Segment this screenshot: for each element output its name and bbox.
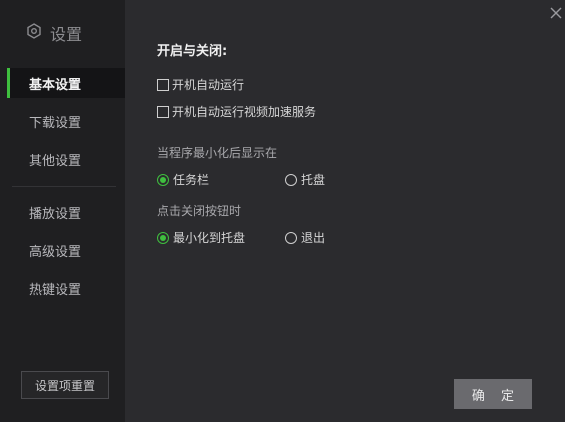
radio-label: 退出 [301,231,326,245]
radio-button[interactable] [285,231,297,244]
sidebar-item-hotkeys[interactable]: 热键设置 [7,273,125,303]
sidebar-item-label: 高级设置 [29,244,82,260]
radio-label: 托盘 [301,173,326,187]
autostart-accel-checkbox[interactable]: 开机自动运行视频加速服务 [157,103,316,120]
sidebar-item-label: 下载设置 [29,115,82,131]
radio-button-selected[interactable] [157,173,169,186]
reset-settings-button[interactable]: 设置项重置 [21,371,109,399]
checkbox-label: 开机自动运行视频加速服务 [172,105,317,119]
sidebar-divider [12,186,116,187]
radio-button[interactable] [285,173,297,186]
radio-label: 最小化到托盘 [173,231,246,245]
sidebar: 设置 基本设置 下载设置 其他设置 播放设置 高级设置 热键设置 设置项重置 [0,0,125,422]
checkbox-box[interactable] [157,105,169,118]
minimize-group-label: 当程序最小化后显示在 [157,146,278,160]
close-group-label: 点击关闭按钮时 [157,204,242,218]
checkbox-label: 开机自动运行 [172,78,245,92]
close-button[interactable] [548,5,564,21]
sidebar-item-playback[interactable]: 播放设置 [7,197,125,227]
close-icon [548,7,564,24]
section-title: 开启与关闭: [157,44,228,59]
radio-button-selected[interactable] [157,231,169,244]
sidebar-item-label: 其他设置 [29,153,82,169]
radio-taskbar[interactable]: 任务栏 [157,171,209,188]
ok-button[interactable]: 确 定 [454,379,532,409]
radio-label: 任务栏 [173,173,210,187]
sidebar-item-other[interactable]: 其他设置 [7,144,125,174]
sidebar-title: 设置 [50,25,83,44]
checkbox-box[interactable] [157,78,169,91]
sidebar-item-label: 播放设置 [29,206,82,222]
sidebar-item-download[interactable]: 下载设置 [7,106,125,136]
sidebar-item-label: 基本设置 [29,77,82,93]
radio-minimize-to-tray[interactable]: 最小化到托盘 [157,229,245,246]
sidebar-item-basic[interactable]: 基本设置 [7,68,125,98]
sidebar-brand: 设置 [26,22,82,44]
autostart-checkbox[interactable]: 开机自动运行 [157,76,244,93]
radio-tray[interactable]: 托盘 [285,171,325,188]
radio-exit[interactable]: 退出 [285,229,325,246]
settings-hex-icon [26,23,42,43]
sidebar-item-label: 热键设置 [29,282,82,298]
sidebar-item-advanced[interactable]: 高级设置 [7,235,125,265]
